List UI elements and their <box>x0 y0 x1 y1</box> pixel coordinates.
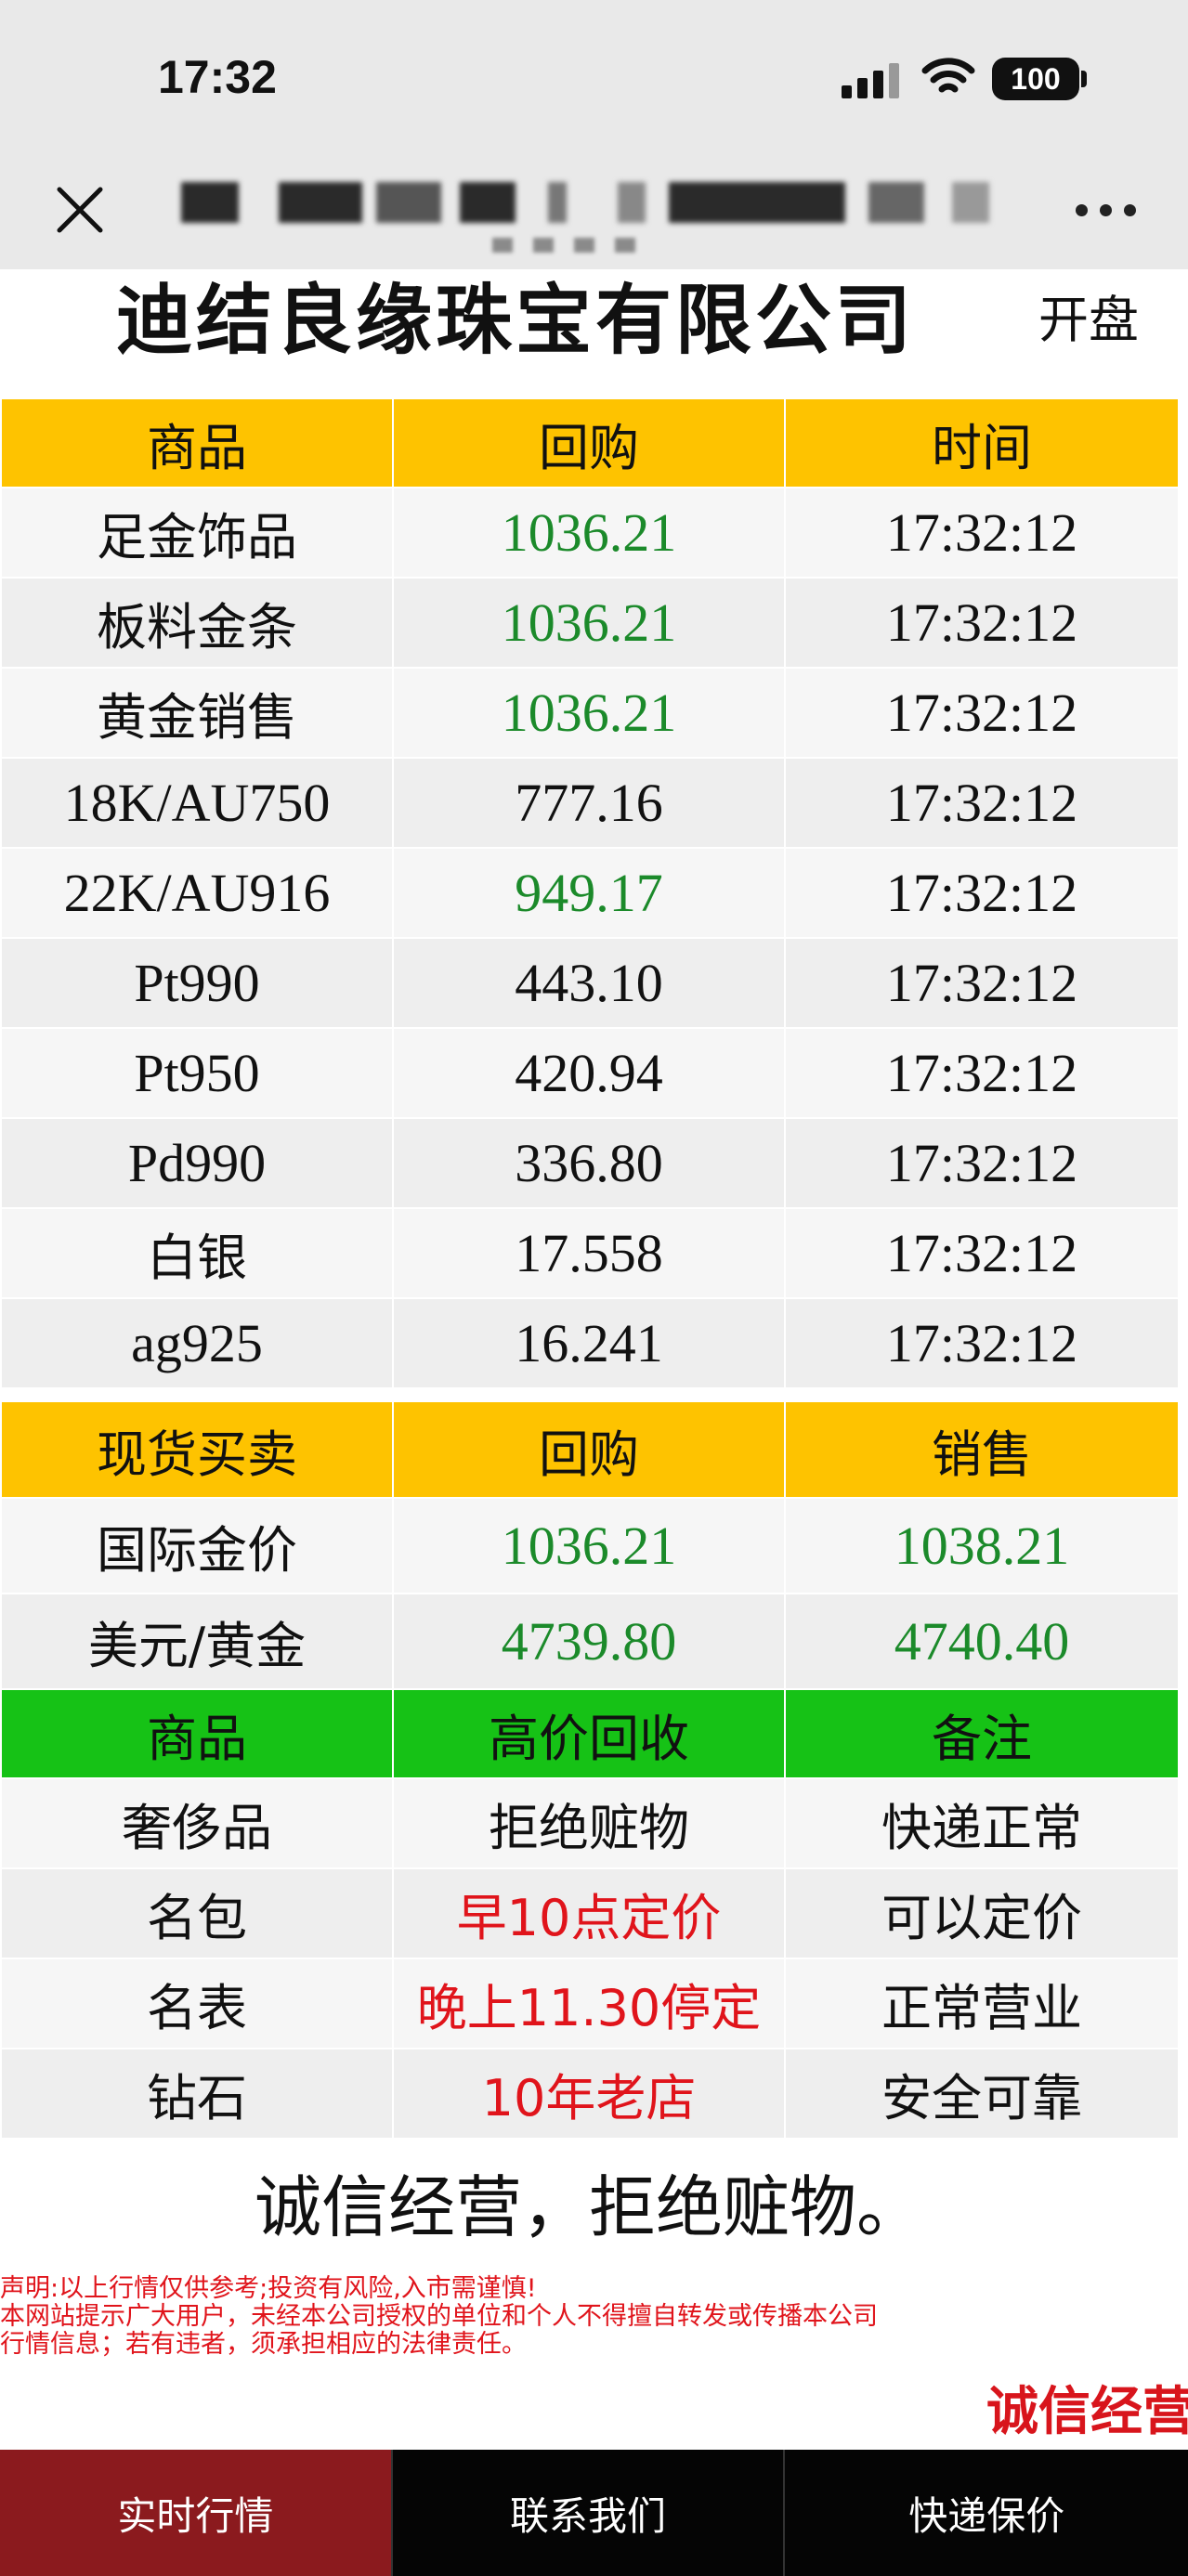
disclaimer-line: 声明:以上行情仅供参考;投资有风险,入市需谨慎! <box>0 2274 537 2303</box>
update-time: 17:32:12 <box>784 1207 1180 1299</box>
close-icon[interactable] <box>54 184 106 236</box>
tab-realtime-quotes[interactable]: 实时行情 <box>0 2450 393 2576</box>
recycle-info: 晚上11.30停定 <box>392 1958 786 2049</box>
recycle-table: 商品 高价回收 备注 奢侈品 拒绝赃物 快递正常 名包 早10点定价 可以定价 名表 晚上11… <box>0 1688 1180 2140</box>
update-time: 17:32:12 <box>784 487 1180 579</box>
table-row: 美元/黄金 4739.80 4740.40 <box>0 1593 1180 1690</box>
recycle-note: 可以定价 <box>784 1867 1180 1959</box>
company-title: 迪结良缘珠宝有限公司 <box>116 277 916 365</box>
recycle-item: 名表 <box>0 1958 394 2049</box>
status-bar: 17:32 100 <box>0 0 1188 158</box>
recycle-note: 正常营业 <box>784 1958 1180 2049</box>
recycle-item: 名包 <box>0 1867 394 1959</box>
buyback-price: 1036.21 <box>392 487 786 579</box>
price-table: 商品 回购 时间 足金饰品 1036.21 17:32:12 板料金条 1036.21 1… <box>0 397 1180 1389</box>
bottom-nav: 实时行情 联系我们 快递保价 <box>0 2450 1188 2576</box>
recycle-info: 拒绝赃物 <box>392 1777 786 1869</box>
header-product: 商品 <box>0 1688 394 1779</box>
table-row: 白银 17.558 17:32:12 <box>0 1207 1180 1299</box>
table-row: 足金饰品 1036.21 17:32:12 <box>0 487 1180 579</box>
table-row: Pd990 336.80 17:32:12 <box>0 1117 1180 1209</box>
update-time: 17:32:12 <box>784 577 1180 669</box>
battery-icon: 100 <box>992 58 1079 100</box>
spot-name: 国际金价 <box>0 1497 394 1594</box>
update-time: 17:32:12 <box>784 1117 1180 1209</box>
spot-table: 现货买卖 回购 销售 国际金价 1036.21 1038.21 美元/黄金 4739.8… <box>0 1400 1180 1690</box>
table-row: 22K/AU916 949.17 17:32:12 <box>0 847 1180 939</box>
tab-express-insurance[interactable]: 快递保价 <box>785 2450 1188 2576</box>
header-time: 时间 <box>784 397 1180 488</box>
header-recycle: 高价回收 <box>392 1688 786 1779</box>
tab-contact-us[interactable]: 联系我们 <box>392 2450 786 2576</box>
recycle-item: 钻石 <box>0 2048 394 2140</box>
table-row: 国际金价 1036.21 1038.21 <box>0 1497 1180 1594</box>
update-time: 17:32:12 <box>784 847 1180 939</box>
spot-sale: 1038.21 <box>784 1497 1180 1594</box>
product-name: 22K/AU916 <box>0 847 394 939</box>
product-name: Pt990 <box>0 937 394 1029</box>
buyback-price: 1036.21 <box>392 577 786 669</box>
table-row: 钻石 10年老店 安全可靠 <box>0 2048 1180 2140</box>
product-name: Pt950 <box>0 1027 394 1119</box>
spot-buyback: 1036.21 <box>392 1497 786 1594</box>
buyback-price: 777.16 <box>392 757 786 849</box>
table-row: 黄金销售 1036.21 17:32:12 <box>0 667 1180 759</box>
header-sale: 销售 <box>784 1400 1180 1499</box>
buyback-price: 16.241 <box>392 1297 786 1389</box>
buyback-price: 336.80 <box>392 1117 786 1209</box>
recycle-info: 早10点定价 <box>392 1867 786 1959</box>
recycle-item: 奢侈品 <box>0 1777 394 1869</box>
table-row: ag925 16.241 17:32:12 <box>0 1297 1180 1389</box>
signal-icon <box>842 61 901 98</box>
table-row: 名包 早10点定价 可以定价 <box>0 1867 1180 1959</box>
update-time: 17:32:12 <box>784 1027 1180 1119</box>
product-name: 白银 <box>0 1207 394 1299</box>
spot-sale: 4740.40 <box>784 1593 1180 1690</box>
product-name: 18K/AU750 <box>0 757 394 849</box>
header-product: 商品 <box>0 397 394 488</box>
market-status: 开盘 <box>1038 291 1139 349</box>
table-row: 名表 晚上11.30停定 正常营业 <box>0 1958 1180 2049</box>
more-options-icon[interactable] <box>1076 195 1137 223</box>
buyback-price: 443.10 <box>392 937 786 1029</box>
product-name: 黄金销售 <box>0 667 394 759</box>
wifi-icon <box>921 58 975 93</box>
page-url-redacted <box>181 182 1045 227</box>
page-subtitle-redacted <box>492 238 659 258</box>
update-time: 17:32:12 <box>784 757 1180 849</box>
product-name: 板料金条 <box>0 577 394 669</box>
recycle-note: 安全可靠 <box>784 2048 1180 2140</box>
spot-name: 美元/黄金 <box>0 1593 394 1690</box>
buyback-price: 1036.21 <box>392 667 786 759</box>
header-note: 备注 <box>784 1688 1180 1779</box>
status-time: 17:32 <box>158 51 277 103</box>
battery-tip <box>1081 71 1087 87</box>
table-row: 奢侈品 拒绝赃物 快递正常 <box>0 1777 1180 1869</box>
update-time: 17:32:12 <box>784 1297 1180 1389</box>
table-row: Pt950 420.94 17:32:12 <box>0 1027 1180 1119</box>
buyback-price: 17.558 <box>392 1207 786 1299</box>
product-name: Pd990 <box>0 1117 394 1209</box>
product-name: 足金饰品 <box>0 487 394 579</box>
disclaimer-line: 本网站提示广大用户，未经本公司授权的单位和个人不得擅自转发或传播本公司 <box>0 2302 878 2331</box>
product-name: ag925 <box>0 1297 394 1389</box>
disclaimer: 声明:以上行情仅供参考;投资有风险,入市需谨慎! 本网站提示广大用户，未经本公司… <box>0 2275 985 2359</box>
table-row: 18K/AU750 777.16 17:32:12 <box>0 757 1180 849</box>
recycle-info: 10年老店 <box>392 2048 786 2140</box>
marquee-text: 诚信经营 <box>986 2382 1188 2442</box>
header-buyback: 回购 <box>392 1400 786 1499</box>
buyback-price: 420.94 <box>392 1027 786 1119</box>
recycle-note: 快递正常 <box>784 1777 1180 1869</box>
spot-buyback: 4739.80 <box>392 1593 786 1690</box>
buyback-price: 949.17 <box>392 847 786 939</box>
table-row: 板料金条 1036.21 17:32:12 <box>0 577 1180 669</box>
slogan: 诚信经营，拒绝赃物。 <box>254 2168 923 2246</box>
header-spot: 现货买卖 <box>0 1400 394 1499</box>
table-row: Pt990 443.10 17:32:12 <box>0 937 1180 1029</box>
update-time: 17:32:12 <box>784 937 1180 1029</box>
update-time: 17:32:12 <box>784 667 1180 759</box>
disclaimer-line: 行情信息；若有违者，须承担相应的法律责任。 <box>0 2330 527 2359</box>
header-buyback: 回购 <box>392 397 786 488</box>
